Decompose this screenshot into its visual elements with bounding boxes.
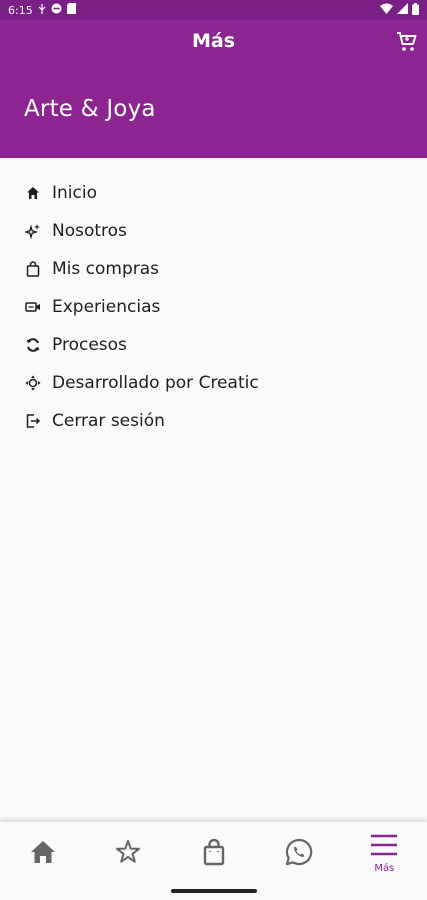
menu-item-label: Experiencias	[52, 297, 161, 317]
menu-item-label: Mis compras	[52, 259, 160, 279]
cart-button[interactable]	[395, 30, 419, 54]
gesture-area	[0, 882, 427, 900]
move-arrows-icon	[24, 374, 42, 392]
brand-name: Arte & Joya	[24, 96, 156, 122]
sync-icon	[24, 336, 42, 354]
menu-item-cerrar-sesion[interactable]: Cerrar sesión	[0, 402, 427, 440]
page-title: Más	[191, 30, 236, 52]
status-right	[380, 2, 419, 18]
app-bar: Más Arte & Joya	[0, 20, 427, 158]
nav-item-more[interactable]: Más	[342, 822, 427, 882]
status-time: 6:15	[8, 3, 33, 17]
shopping-bag-icon	[24, 260, 42, 278]
menu-item-label: Cerrar sesión	[52, 411, 165, 431]
more-menu: Inicio Nosotros Mis compras Experiencias…	[0, 174, 427, 440]
home-icon	[30, 841, 55, 863]
menu-item-label: Nosotros	[52, 221, 127, 241]
home-gesture-handle[interactable]	[171, 889, 257, 893]
menu-item-desarrollado-por[interactable]: Desarrollado por Creatic	[0, 364, 427, 402]
video-camera-icon	[24, 298, 42, 316]
menu-icon	[371, 834, 398, 856]
sparkle-icon	[24, 222, 42, 240]
menu-item-mis-compras[interactable]: Mis compras	[0, 250, 427, 288]
signal-icon	[397, 3, 408, 17]
menu-item-label: Desarrollado por Creatic	[52, 373, 259, 393]
menu-item-label: Inicio	[52, 183, 97, 203]
menu-item-nosotros[interactable]: Nosotros	[0, 212, 427, 250]
menu-item-experiencias[interactable]: Experiencias	[0, 288, 427, 326]
do-not-disturb-icon	[51, 3, 62, 17]
shopping-bag-icon	[203, 838, 224, 866]
home-icon	[24, 184, 42, 202]
nav-item-home[interactable]	[0, 822, 85, 882]
star-icon	[116, 840, 141, 863]
wifi-icon	[380, 3, 393, 17]
cart-icon	[397, 32, 417, 51]
status-left: 6:15	[8, 3, 76, 17]
nav-item-whatsapp[interactable]	[256, 822, 341, 882]
battery-icon	[412, 2, 419, 18]
nav-item-purchases[interactable]	[171, 822, 256, 882]
menu-item-label: Procesos	[52, 335, 127, 355]
menu-item-procesos[interactable]: Procesos	[0, 326, 427, 364]
nav-item-favorites[interactable]	[85, 822, 170, 882]
menu-item-inicio[interactable]: Inicio	[0, 174, 427, 212]
sd-card-icon	[66, 3, 76, 17]
bottom-nav: Más	[0, 821, 427, 882]
logout-icon	[24, 412, 42, 430]
whatsapp-icon	[285, 838, 313, 866]
nav-label-more: Más	[374, 863, 395, 874]
usb-icon	[38, 3, 46, 17]
status-bar: 6:15	[0, 0, 427, 20]
